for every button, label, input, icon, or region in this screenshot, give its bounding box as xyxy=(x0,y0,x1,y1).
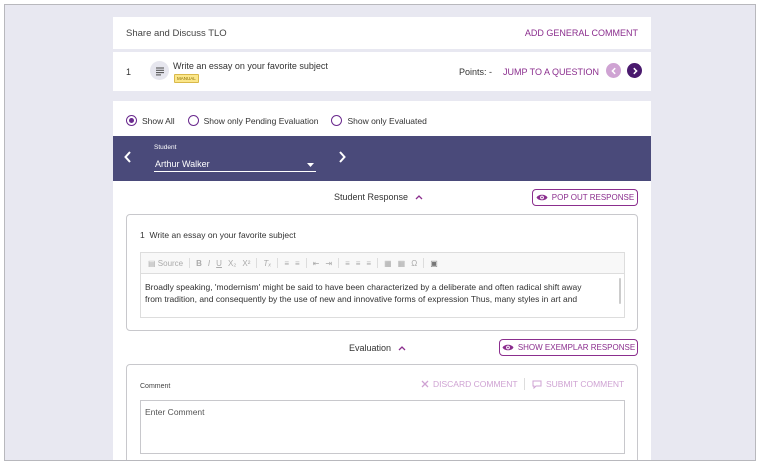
student-response-toggle[interactable]: Student Response xyxy=(334,192,423,202)
italic-icon[interactable]: I xyxy=(208,259,210,268)
submit-comment-button[interactable]: SUBMIT COMMENT xyxy=(532,379,624,389)
pop-out-response-button[interactable]: POP OUT RESPONSE xyxy=(532,189,638,206)
previous-question-button[interactable] xyxy=(606,63,621,78)
response-box: 1 Write an essay on your favorite subjec… xyxy=(126,214,638,331)
chevron-up-icon xyxy=(398,346,406,351)
comment-icon xyxy=(532,380,542,389)
filter-show-evaluated[interactable]: Show only Evaluated xyxy=(331,115,427,126)
radio-empty-icon xyxy=(331,115,343,126)
chevron-right-icon xyxy=(632,67,638,74)
response-text-line: from tradition, and consequently by the … xyxy=(145,294,578,304)
student-select[interactable]: Arthur Walker xyxy=(154,156,316,172)
student-name: Arthur Walker xyxy=(155,159,210,169)
action-divider xyxy=(524,378,525,390)
numbered-list-icon[interactable]: ≡ xyxy=(284,259,289,268)
indent-icon[interactable]: ⇥ xyxy=(325,259,332,268)
align-left-icon[interactable]: ≡ xyxy=(345,259,350,268)
evaluation-box: Comment DISCARD COMMENT SUBMIT COMMENT E… xyxy=(126,364,638,460)
points-label: Points: - xyxy=(459,67,493,77)
omega-icon[interactable]: Ω xyxy=(411,259,417,268)
previous-student-button[interactable] xyxy=(123,150,133,166)
student-banner: Student Arthur Walker xyxy=(113,136,651,181)
comment-label: Comment xyxy=(140,383,171,390)
bulleted-list-icon[interactable]: ≡ xyxy=(295,259,300,268)
student-label: Student xyxy=(154,144,177,151)
align-right-icon[interactable]: ≡ xyxy=(366,259,371,268)
evaluation-toggle[interactable]: Evaluation xyxy=(349,343,406,353)
filter-label: Show only Pending Evaluation xyxy=(203,115,319,126)
bold-icon[interactable]: B xyxy=(196,259,202,268)
remove-format-icon[interactable]: Tₓ xyxy=(263,259,271,268)
jump-to-question-button[interactable]: JUMP TO A QUESTION xyxy=(503,67,599,77)
add-general-comment-button[interactable]: ADD GENERAL COMMENT xyxy=(525,28,638,38)
manual-badge: MANUAL xyxy=(174,74,199,83)
radio-selected-icon xyxy=(126,115,137,126)
next-student-button[interactable] xyxy=(337,150,347,166)
question-title: Write an essay on your favorite subject xyxy=(173,61,328,71)
filter-show-all[interactable]: Show All xyxy=(126,115,175,126)
source-button[interactable]: ▤ Source xyxy=(148,259,183,268)
rich-text-editor: ▤ Source B I U X₂ X² Tₓ ≡ ≡ ⇤ ⇥ ≡ ≡ ≡ ▦ … xyxy=(140,252,625,318)
close-icon xyxy=(421,380,429,388)
discard-comment-label: DISCARD COMMENT xyxy=(433,379,518,389)
caret-down-icon xyxy=(307,163,314,167)
filter-show-pending[interactable]: Show only Pending Evaluation xyxy=(187,115,319,126)
filter-label: Show only Evaluated xyxy=(347,115,427,126)
table-icon[interactable]: ▦ xyxy=(384,259,392,268)
comment-textarea[interactable]: Enter Comment xyxy=(140,400,625,454)
chevron-left-icon xyxy=(610,67,616,74)
question-row: 1 Write an essay on your favorite subjec… xyxy=(113,52,651,91)
filter-label: Show All xyxy=(142,115,175,126)
response-text-line: Broadly speaking, 'modernism' might be s… xyxy=(145,282,582,292)
eye-icon xyxy=(536,194,548,201)
toolbar-separator xyxy=(377,258,379,268)
response-question-line: 1 Write an essay on your favorite subjec… xyxy=(140,230,296,240)
radio-empty-icon xyxy=(187,115,199,126)
underline-icon[interactable]: U xyxy=(216,259,222,268)
page-title: Share and Discuss TLO xyxy=(126,28,227,39)
image-icon[interactable]: ▣ xyxy=(430,259,438,268)
main-panel: Show All Show only Pending Evaluation Sh… xyxy=(113,101,651,460)
toolbar-separator xyxy=(189,258,191,268)
editor-scrollbar[interactable] xyxy=(619,278,621,304)
source-label: Source xyxy=(157,258,184,268)
toolbar-separator xyxy=(305,258,307,268)
align-center-icon[interactable]: ≡ xyxy=(356,259,361,268)
filter-radio-group: Show All Show only Pending Evaluation Sh… xyxy=(126,115,440,126)
chevron-up-icon xyxy=(415,195,423,200)
question-number: 1 xyxy=(126,67,132,77)
grid-icon[interactable]: ▦ xyxy=(398,259,406,268)
toolbar-separator xyxy=(338,258,340,268)
toolbar-separator xyxy=(423,258,425,268)
subscript-icon[interactable]: X₂ xyxy=(228,259,236,268)
pop-out-response-label: POP OUT RESPONSE xyxy=(551,193,635,202)
editor-toolbar: ▤ Source B I U X₂ X² Tₓ ≡ ≡ ⇤ ⇥ ≡ ≡ ≡ ▦ … xyxy=(141,253,624,274)
toolbar-separator xyxy=(256,258,258,268)
response-text[interactable]: Broadly speaking, 'modernism' might be s… xyxy=(145,281,615,305)
header-bar: Share and Discuss TLO ADD GENERAL COMMEN… xyxy=(113,17,651,49)
show-exemplar-response-button[interactable]: SHOW EXEMPLAR RESPONSE xyxy=(499,339,638,356)
app-frame: Share and Discuss TLO ADD GENERAL COMMEN… xyxy=(4,4,756,461)
chevron-right-icon xyxy=(339,151,346,163)
superscript-icon[interactable]: X² xyxy=(242,259,250,268)
next-question-button[interactable] xyxy=(627,63,642,78)
submit-comment-label: SUBMIT COMMENT xyxy=(546,379,625,389)
evaluation-header: Evaluation xyxy=(349,343,392,353)
show-exemplar-response-label: SHOW EXEMPLAR RESPONSE xyxy=(517,343,636,352)
chevron-left-icon xyxy=(124,151,131,163)
toolbar-separator xyxy=(277,258,279,268)
outdent-icon[interactable]: ⇤ xyxy=(313,259,320,268)
document-icon xyxy=(150,61,169,80)
eye-icon xyxy=(502,344,514,351)
student-response-header: Student Response xyxy=(334,192,409,202)
discard-comment-button[interactable]: DISCARD COMMENT xyxy=(421,379,518,389)
comment-placeholder: Enter Comment xyxy=(145,407,205,417)
